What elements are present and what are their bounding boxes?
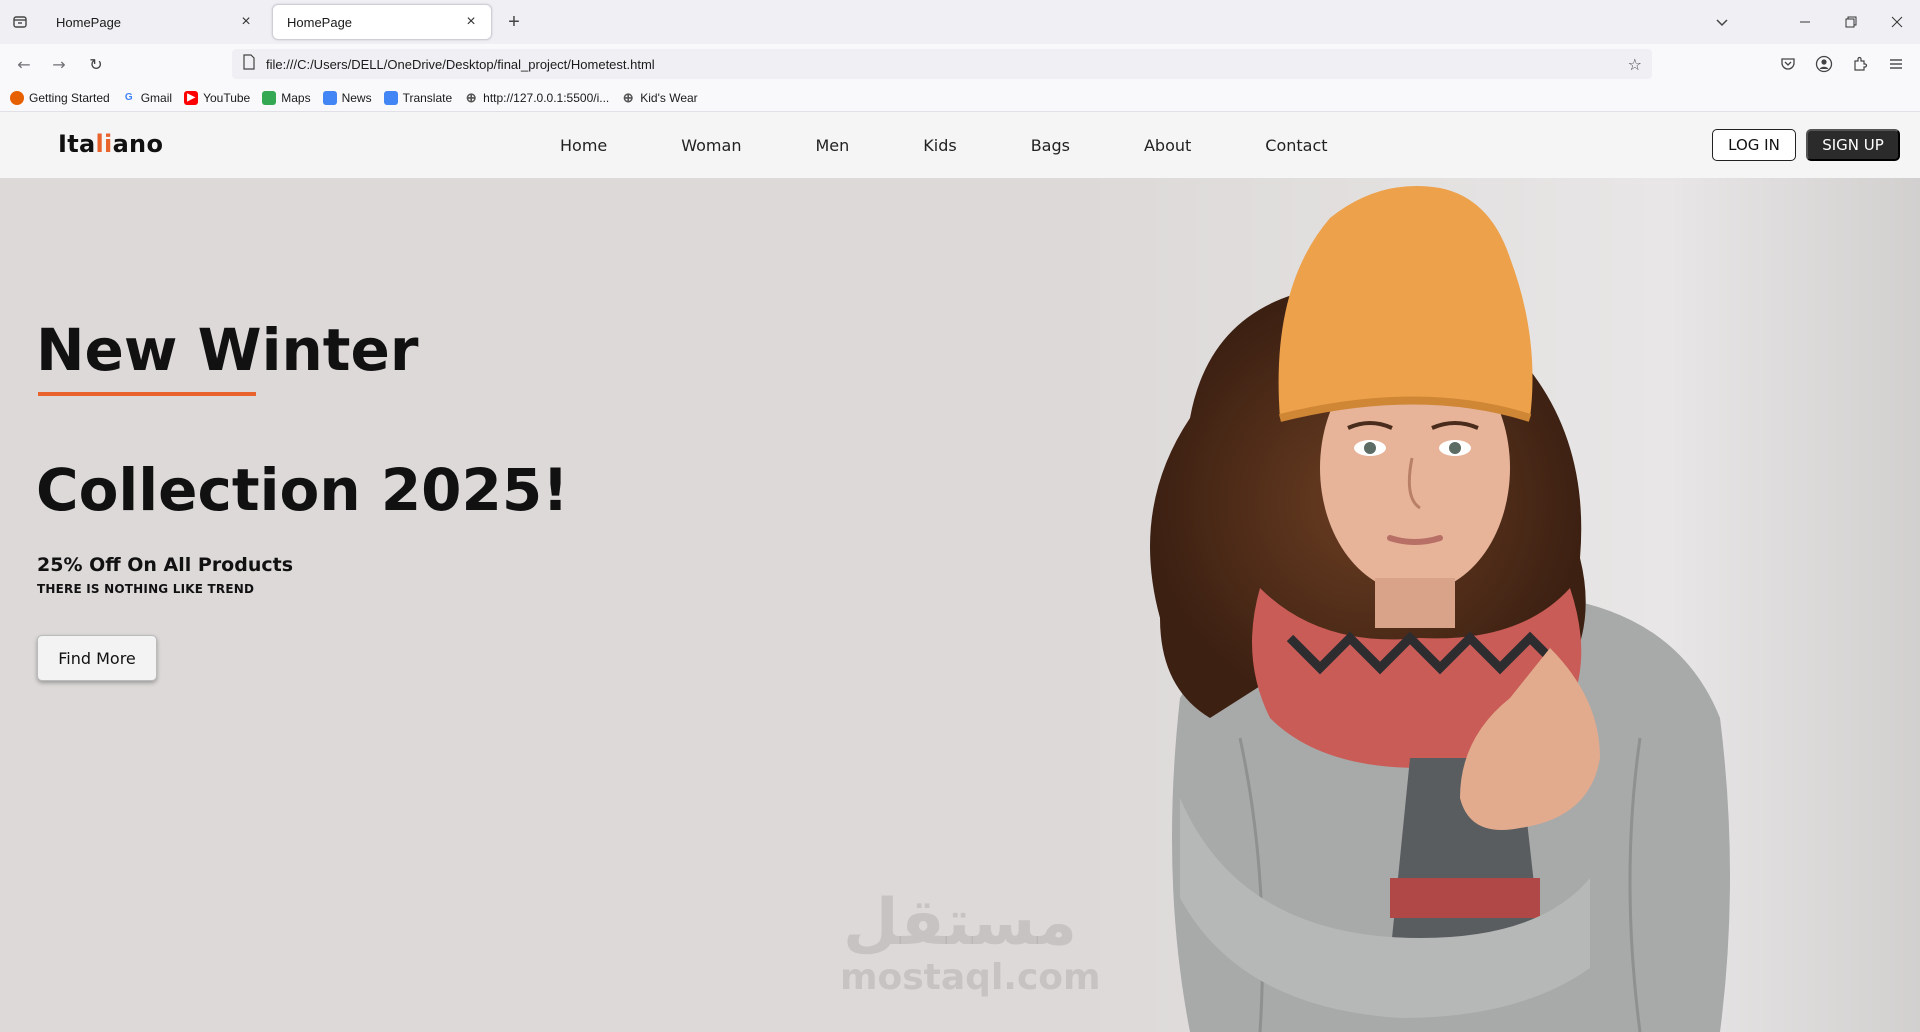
login-button[interactable]: LOG IN [1712, 129, 1796, 161]
globe-icon: ⊕ [622, 89, 634, 105]
browser-tab[interactable]: HomePage × [42, 4, 266, 40]
bookmark-gmail[interactable]: G Gmail [122, 91, 172, 105]
browser-toolbar: ← → ↻ file:///C:/Users/DELL/OneDrive/Des… [0, 44, 1920, 84]
extensions-icon[interactable] [1848, 52, 1872, 76]
bookmark-label: Maps [281, 90, 311, 105]
watermark: مستقل mostaql.com [840, 886, 1101, 998]
hero-title-line2: Collection 2025! [36, 456, 569, 524]
youtube-icon: ▶ [184, 90, 199, 105]
bookmark-youtube[interactable]: ▶ YouTube [184, 90, 251, 105]
address-bar[interactable]: file:///C:/Users/DELL/OneDrive/Desktop/f… [232, 49, 1652, 79]
bookmark-translate[interactable]: Translate [383, 90, 453, 105]
logo-text: Ita [58, 130, 96, 158]
hero-title-line1: New Winter [36, 316, 419, 384]
window-close-icon[interactable] [1874, 0, 1920, 44]
reload-icon[interactable]: ↻ [84, 52, 108, 76]
logo-text-accent: li [95, 130, 113, 158]
find-more-button[interactable]: Find More [37, 635, 157, 681]
chevron-down-icon[interactable] [1710, 10, 1734, 34]
hero-title-underline [38, 392, 256, 396]
logo-text: ano [112, 130, 164, 158]
bookmark-getting-started[interactable]: Getting Started [10, 90, 110, 105]
page-icon [242, 54, 256, 74]
minimize-icon[interactable] [1782, 0, 1828, 44]
hero-offer: 25% Off On All Products [37, 554, 294, 576]
nav-bags[interactable]: Bags [1031, 136, 1070, 155]
hero-section: New Winter Collection 2025! 25% Off On A… [0, 178, 1920, 1032]
new-tab-icon[interactable]: + [502, 10, 526, 34]
translate-icon [383, 90, 398, 105]
bookmark-label: News [341, 90, 372, 105]
main-nav: Home Woman Men Kids Bags About Contact [532, 112, 1328, 178]
bookmark-label: Kid's Wear [640, 90, 698, 105]
bookmark-news[interactable]: News [322, 90, 372, 105]
hero-model-image [1150, 186, 1730, 1032]
close-icon[interactable]: × [236, 12, 256, 32]
nav-home[interactable]: Home [560, 136, 607, 155]
maps-icon [262, 90, 277, 105]
browser-tab-bar: HomePage × HomePage × + [0, 0, 1920, 44]
back-arrow-icon[interactable]: ← [12, 52, 36, 76]
nav-men[interactable]: Men [815, 136, 849, 155]
restore-icon[interactable] [1828, 0, 1874, 44]
nav-about[interactable]: About [1144, 136, 1191, 155]
tab-title: HomePage [287, 14, 353, 30]
bookmarks-toolbar: Getting Started G Gmail ▶ YouTube Maps N… [0, 84, 1920, 112]
nav-kids[interactable]: Kids [923, 136, 956, 155]
bookmark-label: Gmail [140, 90, 173, 105]
close-icon[interactable]: × [461, 12, 481, 32]
bookmark-kids-wear[interactable]: ⊕ Kid's Wear [621, 89, 698, 105]
pocket-icon[interactable] [1776, 52, 1800, 76]
signup-button[interactable]: SIGN UP [1806, 129, 1900, 161]
watermark-latin: mostaql.com [840, 957, 1101, 998]
forward-arrow-icon[interactable]: → [47, 52, 71, 76]
watermark-arabic: مستقل [842, 886, 1078, 960]
tab-title: HomePage [56, 14, 122, 30]
menu-icon[interactable] [1884, 52, 1908, 76]
url-text[interactable]: file:///C:/Users/DELL/OneDrive/Desktop/f… [266, 57, 1628, 72]
news-icon [322, 90, 337, 105]
bookmark-label: http://127.0.0.1:5500/i... [483, 90, 610, 105]
nav-woman[interactable]: Woman [681, 136, 741, 155]
bookmark-label: Translate [402, 90, 453, 105]
bookmark-localhost[interactable]: ⊕ http://127.0.0.1:5500/i... [464, 89, 610, 105]
bookmark-maps[interactable]: Maps [262, 90, 311, 105]
firefox-icon [10, 90, 24, 105]
bookmark-label: Getting Started [29, 90, 110, 105]
bookmark-star-icon[interactable]: ☆ [1628, 55, 1642, 74]
globe-icon: ⊕ [465, 89, 477, 105]
google-icon: G [124, 92, 133, 103]
hero-tagline: THERE IS NOTHING LIKE TREND [37, 582, 255, 596]
site-header: Italiano Home Woman Men Kids Bags About … [0, 112, 1920, 178]
site-logo[interactable]: Italiano [58, 130, 163, 158]
nav-contact[interactable]: Contact [1265, 136, 1327, 155]
tab-list-icon[interactable] [8, 10, 32, 34]
account-icon[interactable] [1812, 52, 1836, 76]
bookmark-label: YouTube [203, 90, 251, 105]
browser-tab-active[interactable]: HomePage × [272, 4, 492, 40]
